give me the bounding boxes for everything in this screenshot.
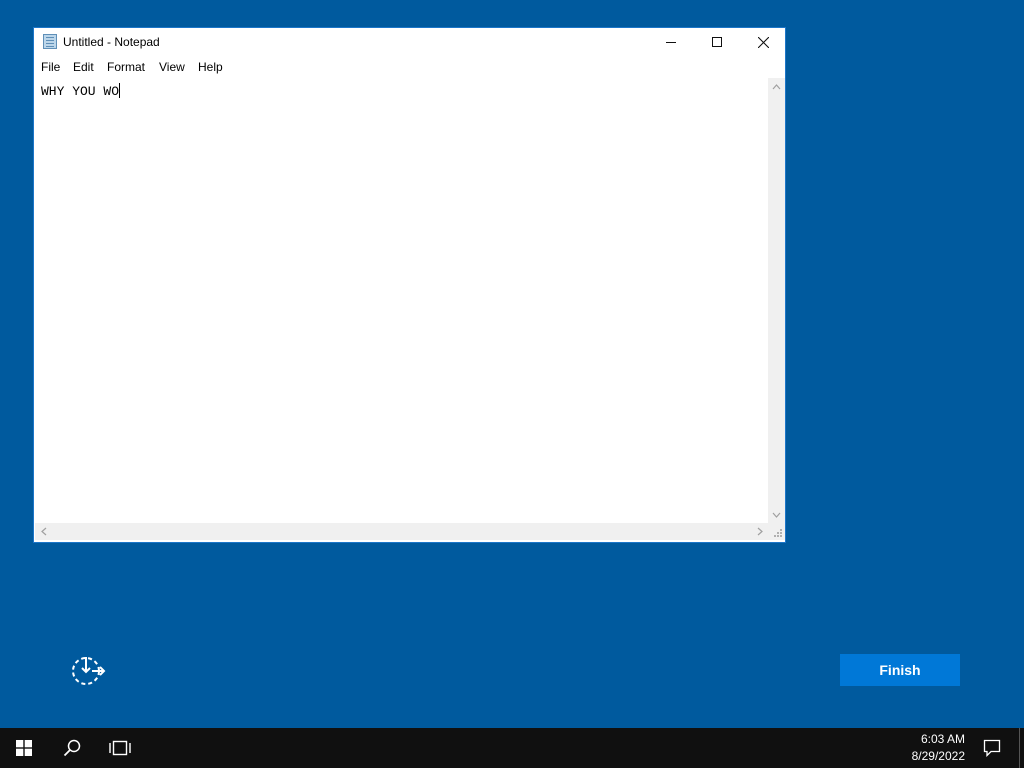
scroll-left-button[interactable]	[35, 523, 52, 540]
text-editor[interactable]: WHY YOU WO	[35, 78, 768, 523]
search-icon	[63, 739, 81, 757]
start-button[interactable]	[0, 728, 48, 768]
taskbar: 6:03 AM 8/29/2022	[0, 728, 1024, 768]
chevron-up-icon	[772, 83, 781, 89]
close-icon	[757, 36, 769, 48]
ease-of-access-button[interactable]	[70, 654, 106, 686]
menu-format[interactable]: Format	[107, 60, 145, 74]
resize-grip-icon	[774, 529, 782, 537]
notepad-app-icon	[43, 34, 57, 49]
menu-file[interactable]: File	[41, 60, 60, 74]
action-center-button[interactable]	[970, 728, 1014, 768]
ease-of-access-icon	[72, 657, 106, 685]
maximize-icon	[712, 37, 722, 47]
scroll-down-button[interactable]	[768, 506, 785, 523]
resize-grip[interactable]	[768, 523, 785, 540]
minimize-button[interactable]	[648, 28, 694, 56]
maximize-button[interactable]	[694, 28, 740, 56]
chevron-left-icon	[40, 527, 46, 536]
show-desktop-button[interactable]	[1019, 728, 1024, 768]
editor-text: WHY YOU WO	[41, 84, 120, 99]
title-bar[interactable]: Untitled - Notepad	[34, 28, 785, 56]
menu-help[interactable]: Help	[198, 60, 223, 74]
scroll-right-button[interactable]	[751, 523, 768, 540]
action-center-icon	[983, 739, 1001, 757]
windows-start-icon	[16, 740, 32, 756]
finish-button[interactable]: Finish	[840, 654, 960, 686]
clock-time: 6:03 AM	[920, 732, 965, 746]
task-view-icon	[109, 740, 131, 756]
notepad-window[interactable]: Untitled - Notepad File Edit Format View…	[33, 27, 786, 543]
clock-date: 8/29/2022	[911, 749, 965, 763]
chevron-down-icon	[772, 512, 781, 518]
task-view-button[interactable]	[96, 728, 144, 768]
close-button[interactable]	[740, 28, 786, 56]
chevron-right-icon	[757, 527, 763, 536]
search-button[interactable]	[48, 728, 96, 768]
window-title: Untitled - Notepad	[63, 35, 160, 49]
system-clock[interactable]: 6:03 AM 8/29/2022	[895, 731, 965, 765]
vertical-scrollbar[interactable]	[768, 78, 785, 523]
menu-bar: File Edit Format View Help	[34, 56, 785, 78]
text-caret	[119, 83, 121, 98]
horizontal-scrollbar[interactable]	[35, 523, 768, 540]
scroll-up-button[interactable]	[768, 78, 785, 95]
minimize-icon	[666, 42, 676, 43]
menu-edit[interactable]: Edit	[73, 60, 94, 74]
menu-view[interactable]: View	[159, 60, 185, 74]
